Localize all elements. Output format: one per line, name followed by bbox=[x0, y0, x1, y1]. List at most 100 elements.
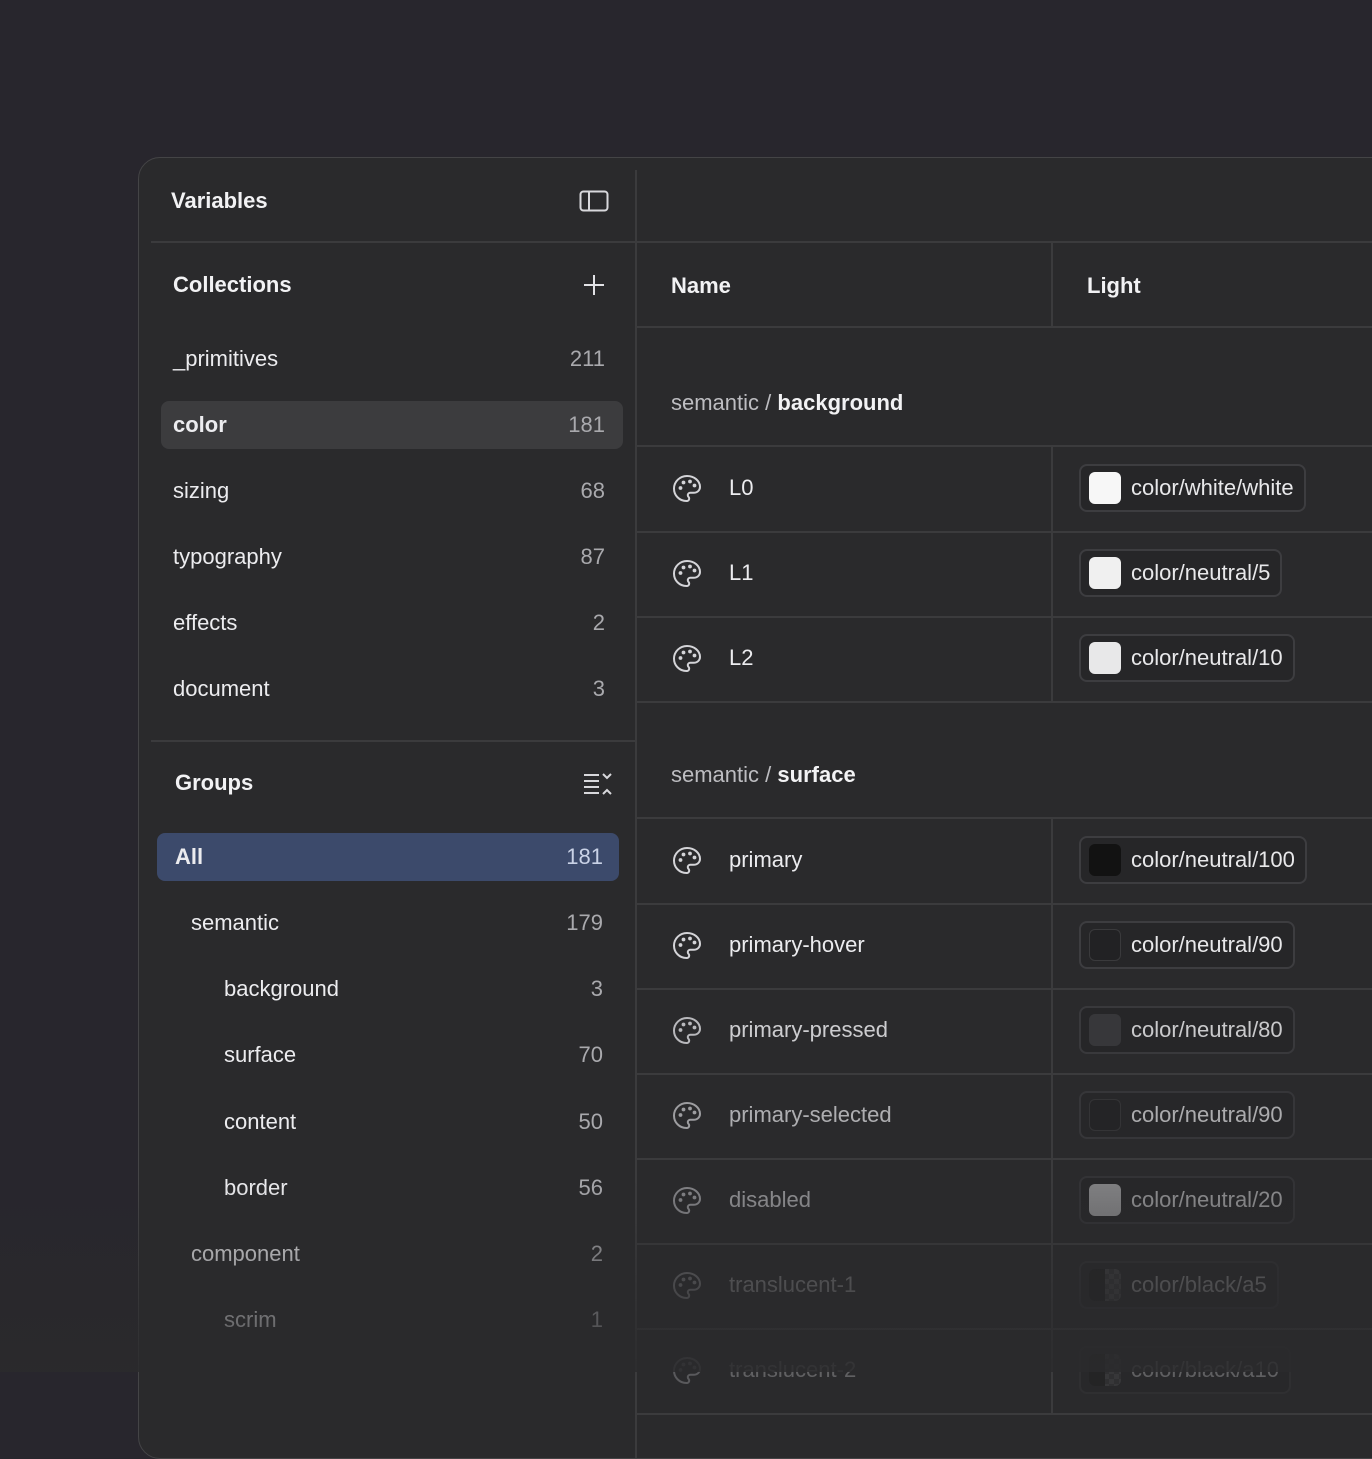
group-item-scrim[interactable]: scrim 1 bbox=[157, 1296, 619, 1344]
variable-value-label: color/neutral/10 bbox=[1131, 645, 1283, 670]
variable-name: primary-pressed bbox=[729, 1017, 888, 1042]
variable-row[interactable]: L0 color/white/white bbox=[637, 447, 1372, 531]
sidebar-toggle-icon[interactable] bbox=[579, 190, 609, 212]
color-swatch bbox=[1089, 844, 1121, 876]
palette-icon bbox=[672, 559, 702, 588]
variable-name: translucent-2 bbox=[729, 1357, 857, 1382]
variable-value[interactable]: color/black/a10 bbox=[1079, 1346, 1291, 1394]
variable-value[interactable]: color/neutral/90 bbox=[1079, 1091, 1295, 1139]
header-row-divider bbox=[637, 326, 1372, 328]
variable-value[interactable]: color/neutral/10 bbox=[1079, 634, 1295, 682]
variable-row[interactable]: L1 color/neutral/5 bbox=[637, 532, 1372, 616]
variables-panel: Variables Collections _primitives 211 co… bbox=[138, 157, 1372, 1459]
variable-row[interactable]: primary-hover color/neutral/90 bbox=[637, 904, 1372, 988]
group-label: All bbox=[175, 844, 204, 869]
variable-value[interactable]: color/neutral/80 bbox=[1079, 1006, 1295, 1054]
variable-name: translucent-1 bbox=[729, 1272, 857, 1297]
column-divider bbox=[1051, 532, 1053, 616]
variable-value-label: color/neutral/90 bbox=[1131, 932, 1283, 957]
collection-count: 2 bbox=[592, 610, 605, 635]
group-count: 50 bbox=[578, 1109, 603, 1134]
variable-row[interactable]: primary-pressed color/neutral/80 bbox=[637, 989, 1372, 1073]
variable-value[interactable]: color/neutral/5 bbox=[1079, 549, 1283, 597]
variable-row[interactable]: translucent-2 color/black/a10 bbox=[637, 1329, 1372, 1413]
column-header-light[interactable]: Light bbox=[1087, 273, 1141, 299]
section-group: background bbox=[777, 390, 904, 415]
collection-count: 87 bbox=[580, 544, 605, 569]
collection-count: 3 bbox=[592, 676, 605, 701]
variable-row[interactable]: L2 color/neutral/10 bbox=[637, 617, 1372, 701]
group-label: border bbox=[224, 1175, 288, 1200]
collection-item-document[interactable]: document 3 bbox=[161, 665, 623, 713]
variable-row[interactable]: disabled color/neutral/20 bbox=[637, 1159, 1372, 1243]
variable-value-label: color/neutral/80 bbox=[1131, 1017, 1283, 1042]
variable-name: primary-hover bbox=[729, 932, 865, 957]
color-swatch bbox=[1089, 1269, 1121, 1301]
variable-row[interactable]: primary-selected color/neutral/90 bbox=[637, 1074, 1372, 1158]
group-label: content bbox=[224, 1109, 297, 1134]
variable-row[interactable]: translucent-1 color/black/a5 bbox=[637, 1244, 1372, 1328]
variable-value-label: color/neutral/5 bbox=[1131, 560, 1271, 585]
variable-name: primary bbox=[729, 847, 803, 872]
row-divider bbox=[637, 1413, 1372, 1415]
group-item-surface[interactable]: surface 70 bbox=[157, 1031, 619, 1079]
variable-value[interactable]: color/neutral/90 bbox=[1079, 921, 1295, 969]
variable-row[interactable]: primary color/neutral/100 bbox=[637, 819, 1372, 903]
palette-icon bbox=[672, 1271, 702, 1300]
variables-table: Name Light semantic / background L0 color… bbox=[637, 243, 1372, 1458]
variable-value-label: color/neutral/20 bbox=[1131, 1187, 1283, 1212]
groups-title: Groups bbox=[175, 770, 254, 795]
group-item-content[interactable]: content 50 bbox=[157, 1098, 619, 1146]
palette-icon bbox=[672, 1101, 702, 1130]
group-item-background[interactable]: background 3 bbox=[157, 965, 619, 1013]
column-divider bbox=[1051, 1159, 1053, 1243]
collection-label: typography bbox=[173, 544, 282, 569]
collection-label: sizing bbox=[173, 478, 230, 503]
collection-label: effects bbox=[173, 610, 238, 635]
palette-icon bbox=[672, 644, 702, 673]
group-item-component[interactable]: component 2 bbox=[157, 1230, 619, 1278]
group-item-all[interactable]: All 181 bbox=[157, 833, 619, 881]
color-swatch bbox=[1089, 1184, 1121, 1216]
collection-item-sizing[interactable]: sizing 68 bbox=[161, 467, 623, 515]
column-divider bbox=[1051, 1329, 1053, 1413]
column-divider bbox=[1051, 904, 1053, 988]
collection-label: document bbox=[173, 676, 270, 701]
collection-label: _primitives bbox=[173, 346, 279, 371]
group-count: 179 bbox=[566, 910, 603, 935]
collection-label: color bbox=[173, 412, 227, 437]
palette-icon bbox=[672, 474, 702, 503]
variable-value[interactable]: color/black/a5 bbox=[1079, 1261, 1279, 1309]
section-prefix: semantic bbox=[671, 390, 760, 415]
collection-item-color[interactable]: color 181 bbox=[161, 401, 623, 449]
color-swatch bbox=[1089, 472, 1121, 504]
group-label: component bbox=[191, 1241, 300, 1266]
collection-item-typography[interactable]: typography 87 bbox=[161, 533, 623, 581]
collection-item-primitives[interactable]: _primitives 211 bbox=[161, 335, 623, 383]
variable-name: disabled bbox=[729, 1187, 811, 1212]
add-collection-icon[interactable] bbox=[583, 274, 605, 296]
collections-title: Collections bbox=[173, 272, 292, 297]
variable-value[interactable]: color/neutral/20 bbox=[1079, 1176, 1295, 1224]
color-swatch bbox=[1089, 557, 1121, 589]
panel-title: Variables bbox=[171, 188, 268, 213]
variable-value[interactable]: color/white/white bbox=[1079, 464, 1306, 512]
collection-count: 68 bbox=[580, 478, 605, 503]
row-divider bbox=[637, 701, 1372, 703]
palette-icon bbox=[672, 1016, 702, 1045]
column-header-name[interactable]: Name bbox=[671, 273, 731, 299]
group-item-semantic[interactable]: semantic 179 bbox=[157, 899, 619, 947]
variable-value-label: color/black/a10 bbox=[1131, 1357, 1279, 1382]
group-label: background bbox=[224, 976, 339, 1001]
section-separator: / bbox=[765, 762, 772, 787]
variable-name: L0 bbox=[729, 475, 754, 500]
palette-icon bbox=[672, 1356, 702, 1385]
group-item-border[interactable]: border 56 bbox=[157, 1164, 619, 1212]
collection-item-effects[interactable]: effects 2 bbox=[161, 599, 623, 647]
column-divider bbox=[1051, 447, 1053, 531]
palette-icon bbox=[672, 931, 702, 960]
collapse-groups-icon[interactable] bbox=[583, 772, 613, 796]
variable-value[interactable]: color/neutral/100 bbox=[1079, 836, 1307, 884]
color-swatch bbox=[1089, 1354, 1121, 1386]
column-divider bbox=[1051, 1074, 1053, 1158]
